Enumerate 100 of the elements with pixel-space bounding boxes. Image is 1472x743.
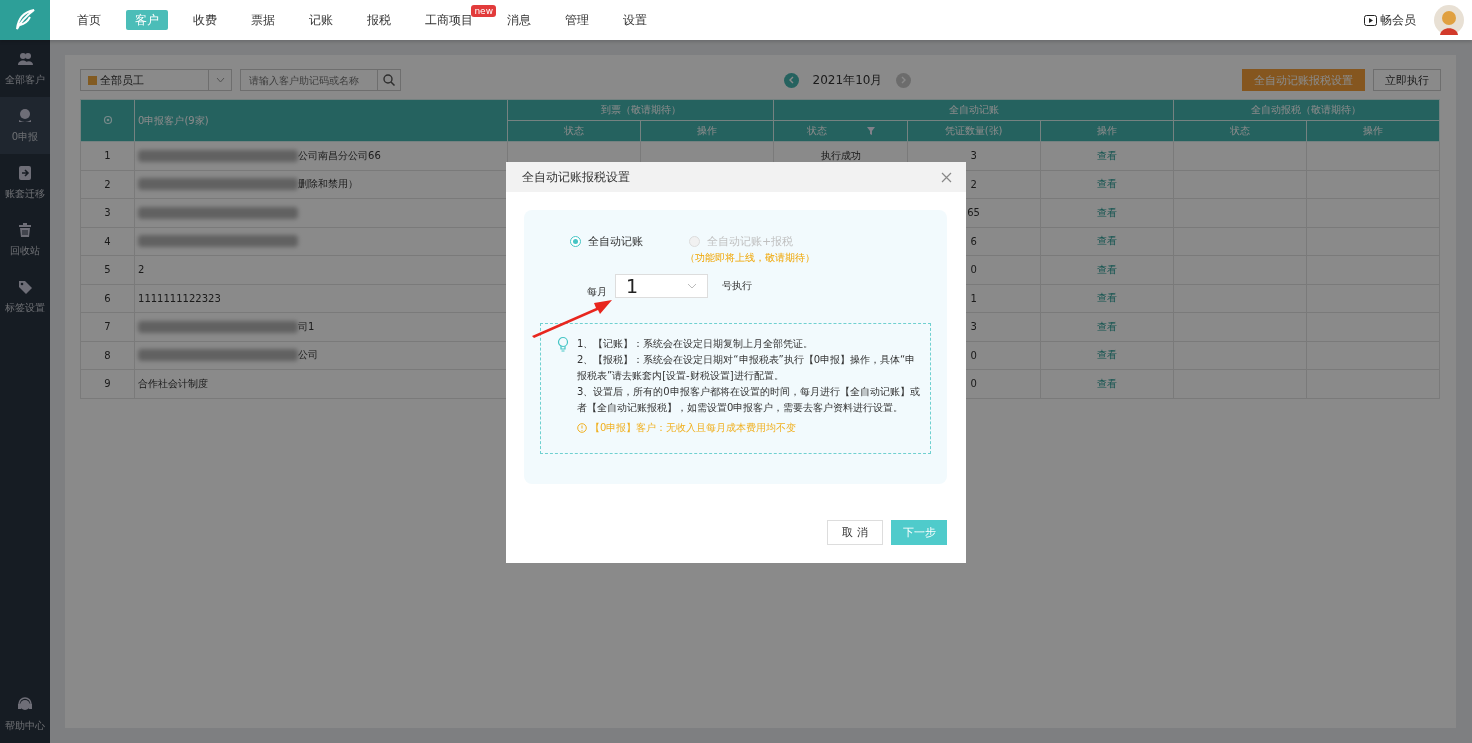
arrow-box-icon	[17, 164, 33, 181]
table-cell: 1	[970, 292, 977, 304]
sidebar-item[interactable]: 标签设置	[0, 268, 50, 325]
sidebar-item[interactable]: 账套迁移	[0, 154, 50, 211]
column-label: 状态	[1229, 125, 1250, 136]
staff-dropdown[interactable]: 全部员工	[80, 69, 232, 91]
help-center-item[interactable]: 帮助中心	[0, 686, 50, 743]
row-number: 9	[80, 369, 135, 398]
settings-icon	[102, 114, 113, 125]
chevron-down-icon	[687, 283, 697, 289]
column-group-header: 全自动报税（敬请期待）	[1173, 99, 1440, 121]
view-link[interactable]: 查看	[1096, 263, 1117, 275]
table-cell: 6	[970, 235, 977, 247]
nav-tab[interactable]: 收费	[184, 9, 226, 30]
coming-soon-note: （功能即将上线，敬请期待）	[685, 251, 815, 265]
customer-name: 公司南昌分公司66	[298, 148, 381, 163]
previous-month-button[interactable]	[783, 72, 799, 88]
tip-text: 2、【报税】：系统会在设定日期对“申报税表”执行【0申报】操作，具体“申报税表”请去账套内[设置-财税设置]进行配置。	[577, 353, 917, 383]
headset-icon	[17, 696, 33, 713]
view-link[interactable]: 查看	[1096, 178, 1117, 190]
day-select[interactable]: 1	[615, 274, 708, 298]
run-now-button[interactable]: 立即执行	[1373, 69, 1441, 91]
column-label: 凭证数量(张)	[944, 125, 1003, 136]
search-field[interactable]: 请输入客户助记码或名称	[240, 69, 401, 91]
cancel-button[interactable]: 取 消	[827, 520, 883, 545]
table-cell: 0	[970, 349, 977, 361]
customer-name: 合作社会计制度	[138, 376, 209, 391]
sidebar-label: 标签设置	[5, 300, 45, 315]
view-link[interactable]: 查看	[1096, 320, 1117, 332]
column-label: 操作	[1362, 125, 1383, 136]
row-number: 1	[80, 141, 135, 170]
tag-icon	[17, 278, 33, 295]
chevron-left-icon	[788, 76, 795, 84]
next-button[interactable]: 下一步	[891, 520, 947, 545]
month-label: 2021年10月	[812, 71, 883, 89]
column-group-header: 全自动记账	[774, 99, 1174, 121]
column-label: 操作	[1096, 125, 1117, 136]
row-number: 7	[80, 312, 135, 341]
play-icon	[1364, 14, 1377, 26]
nav-tab[interactable]: 首页	[68, 9, 110, 30]
dialog-title: 全自动记账报税设置	[522, 168, 630, 186]
nav-tab[interactable]: 消息	[498, 9, 540, 30]
nav-tab[interactable]: 设置	[614, 9, 656, 30]
view-link[interactable]: 查看	[1096, 349, 1117, 361]
view-link[interactable]: 查看	[1096, 292, 1117, 304]
sidebar-item[interactable]: 回收站	[0, 211, 50, 268]
chevron-right-icon	[900, 76, 907, 84]
table-cell: 2	[970, 178, 977, 190]
tip-text: 3、设置后，所有的0申报客户都将在设置的时间，每月进行【全自动记账】或者【全自动记账报税】，如需设置0申报客户，需要去客户资料进行设置。	[577, 385, 921, 415]
field-label: 每月	[587, 285, 607, 299]
row-number: 6	[80, 284, 135, 313]
customer-name: 删除和禁用）	[298, 177, 359, 192]
nav-tab[interactable]: 报税	[358, 9, 400, 30]
nav-tab[interactable]: 管理	[556, 9, 598, 30]
nav-tab[interactable]: 客户	[126, 9, 168, 30]
customer-name: 1111111122323	[138, 292, 221, 304]
member-link[interactable]: 畅会员	[1380, 11, 1416, 29]
nav-tab[interactable]: 票据	[242, 9, 284, 30]
search-icon[interactable]	[383, 74, 395, 86]
customer-name: 公司	[298, 348, 319, 363]
people-icon	[17, 50, 33, 67]
nav-tab[interactable]: 记账	[300, 9, 342, 30]
table-cell: 3	[970, 150, 977, 162]
view-link[interactable]: 查看	[1096, 206, 1117, 218]
auto-settings-button[interactable]: 全自动记账报税设置	[1242, 69, 1365, 91]
customer-name: 司1	[298, 319, 315, 334]
column-label: 操作	[697, 125, 718, 136]
field-label: 号执行	[722, 279, 752, 293]
avatar[interactable]	[1434, 5, 1464, 35]
radio-option[interactable]: 全自动记账	[570, 234, 643, 249]
table-cell: 3	[970, 321, 977, 333]
row-number: 3	[80, 198, 135, 227]
info-icon	[577, 423, 587, 433]
close-icon[interactable]	[941, 171, 952, 183]
tip-text: 1、【记账】：系统会在设定日期复制上月全部凭证。	[577, 337, 815, 351]
sidebar-label: 账套迁移	[5, 186, 45, 201]
warning-text: 【0申报】客户：无收入且每月成本费用均不变	[590, 421, 797, 435]
table-cell: 0	[970, 378, 977, 390]
row-number: 8	[80, 341, 135, 370]
lightbulb-icon	[557, 336, 569, 352]
column-header: 0申报客户(9家)	[134, 99, 508, 142]
row-number: 4	[80, 227, 135, 256]
table-cell: 0	[970, 264, 977, 276]
column-label: 状态	[806, 125, 827, 136]
view-link[interactable]: 查看	[1096, 235, 1117, 247]
trash-icon	[17, 221, 33, 238]
row-number: 5	[80, 255, 135, 284]
sidebar-label: 全部客户	[5, 72, 45, 87]
view-link[interactable]: 查看	[1096, 149, 1117, 161]
view-link[interactable]: 查看	[1096, 377, 1117, 389]
sidebar-label: 0申报	[11, 129, 39, 144]
table-cell: 65	[967, 207, 980, 219]
column-group-header: 到票（敬请期待）	[507, 99, 774, 121]
sidebar-item[interactable]: 全部客户	[0, 40, 50, 97]
customer-name: 2	[138, 264, 145, 276]
sidebar-item[interactable]: 0申报	[0, 97, 50, 154]
table-cell: 执行成功	[820, 149, 861, 161]
sidebar-label: 回收站	[10, 243, 40, 258]
filter-icon[interactable]	[866, 127, 875, 135]
row-number: 2	[80, 170, 135, 199]
